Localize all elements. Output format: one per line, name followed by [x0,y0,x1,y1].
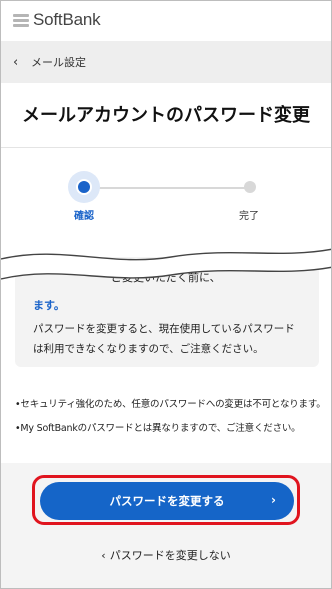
logo-text: SoftBank [33,10,101,29]
stepper-line [85,187,250,189]
step-label-confirm: 確認 [74,211,94,222]
progress-stepper: 確認 完了 [1,161,331,231]
logo-mark-icon [13,13,29,27]
note-item: •My SoftBankのパスワードとは異なりますので、ご注意ください。 [15,423,301,434]
current-step-dot [78,181,90,193]
notice-text: は利用できなくなりますので、ご注意ください。 [33,343,264,355]
page-title: メールアカウントのパスワード変更 [22,105,310,126]
notes-list: •セキュリティ強化のため、任意のパスワードへの変更は不可となります。 •My S… [15,396,326,444]
notice-text: パスワードを変更すると、現在使用しているパスワード [33,323,295,335]
breadcrumb-label[interactable]: メール設定 [31,54,86,70]
chevron-left-icon: ‹ [101,549,106,562]
torn-edge-divider [1,248,331,280]
divider [1,147,331,148]
chevron-right-icon: › [271,493,276,507]
dont-change-password-link[interactable]: ‹ パスワードを変更しない [1,547,331,563]
current-step-marker [76,179,92,195]
softbank-logo: SoftBank [13,10,101,30]
header: SoftBank [1,1,331,41]
note-item: •セキュリティ強化のため、任意のパスワードへの変更は不可となります。 [15,399,326,410]
breadcrumb[interactable]: ‹ メール設定 [1,41,331,83]
change-password-button-label: パスワードを変更する [109,494,225,508]
dont-change-password-label: パスワードを変更しない [109,549,231,562]
change-password-button[interactable]: パスワードを変更する › [40,482,294,520]
screen: SoftBank ‹ メール設定 メールアカウントのパスワード変更 確認 完了 … [0,0,332,589]
step-label-complete: 完了 [239,211,259,222]
chevron-left-icon[interactable]: ‹ [13,55,25,70]
final-step-marker [244,181,256,193]
